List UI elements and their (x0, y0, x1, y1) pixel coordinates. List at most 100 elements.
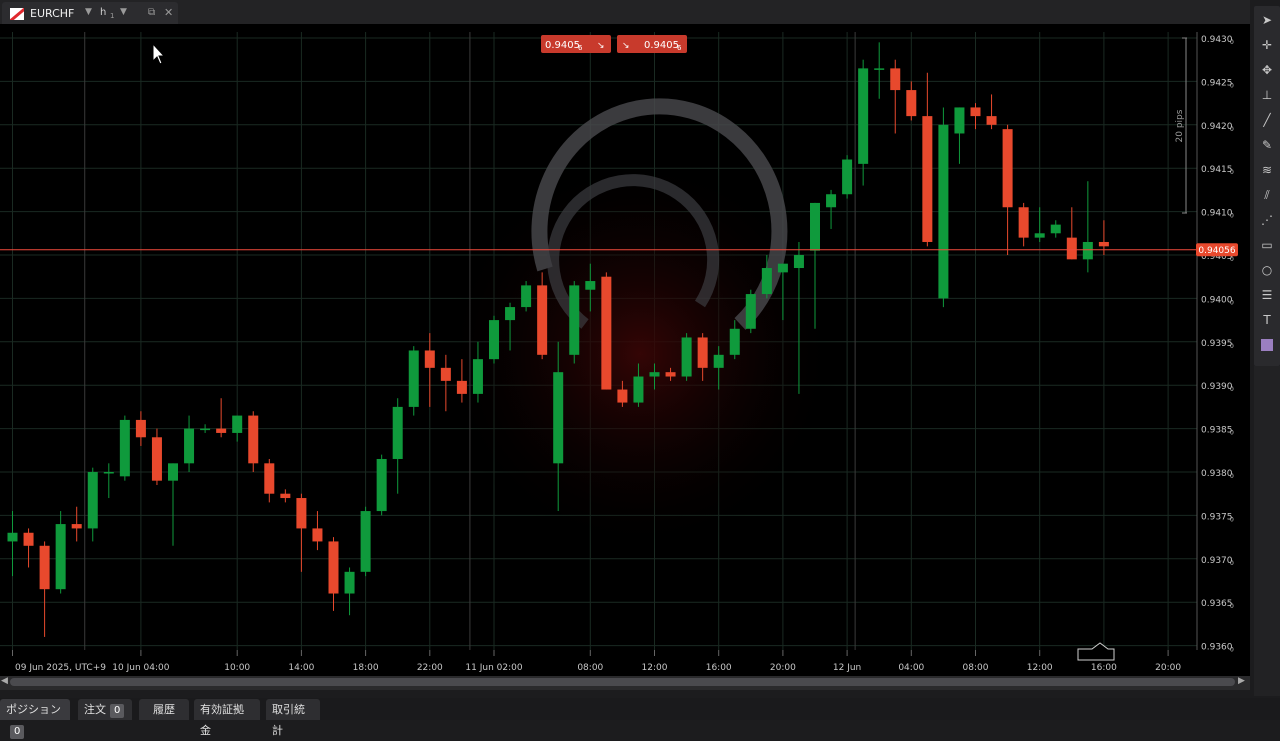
y-tick-label: 0.9420 (1201, 122, 1233, 132)
candle (745, 289, 756, 334)
buy-arrow-icon: ↘ (622, 41, 630, 51)
candle-body (7, 532, 18, 542)
candlestick-chart[interactable]: 0.943000.942500.942000.941500.941000.940… (0, 24, 1250, 676)
candle (360, 506, 371, 577)
candle-body (71, 524, 82, 529)
timeframe-dropdown-icon[interactable]: ▼ (120, 7, 127, 17)
price-axis[interactable]: 0.943000.942500.942000.941500.941000.940… (1201, 35, 1234, 654)
fibonacci-icon[interactable]: ≋ (1259, 162, 1275, 178)
candle (521, 281, 532, 312)
candle-body (440, 367, 451, 381)
chart-tab-eurchf[interactable]: EURCHF ▼ h 1 ▼ ⧉ ✕ (2, 2, 178, 24)
tab-positions[interactable]: ポジション 0 (0, 699, 70, 739)
candle-body (23, 532, 34, 546)
candle (826, 189, 837, 229)
candle-body (665, 372, 676, 377)
y-tick-label: 0.9415 (1201, 165, 1233, 175)
candle-body (232, 415, 243, 433)
candle-body (151, 437, 162, 481)
time-axis[interactable]: 09 Jun 2025, UTC+9 10 Jun 04:00 10:00 14:00… (12, 650, 1182, 673)
sell-price-button[interactable]: 0.9405 6 ↘ (541, 35, 611, 53)
range-pips-label: 20 pips (1175, 109, 1185, 142)
candle-body (617, 389, 628, 403)
buy-price-label: 0.9405 (644, 40, 679, 51)
detach-icon[interactable]: ⧉ (148, 7, 155, 18)
candle-body (1082, 241, 1093, 260)
trendline-icon[interactable]: ╱ (1259, 112, 1275, 128)
drawing-toolbar: ➤ ✛ ✥ ⊥ ╱ ✎ ≋ ⫽ ⋰ ▭ ○ ☰ T (1254, 6, 1280, 366)
candle (938, 107, 949, 308)
candle-body (39, 545, 50, 590)
symbol-dropdown-icon[interactable]: ▼ (85, 7, 92, 17)
y-tick-label: 0.9380 (1201, 469, 1233, 479)
candle-body (184, 428, 195, 464)
positions-count-badge: 0 (10, 725, 25, 739)
cursor-icon[interactable]: ➤ (1259, 12, 1275, 28)
candle-body (810, 202, 820, 251)
bottom-panel-tabs: ポジション 0 注文 0 履歴 有効証拠金 取引統計 (0, 698, 1280, 739)
candle-body (87, 472, 98, 529)
y-tick-sub: 0 (1230, 256, 1234, 263)
measure-icon[interactable]: ⊥ (1259, 87, 1275, 103)
channel-icon[interactable]: ⋰ (1259, 212, 1275, 228)
candle-body (585, 281, 596, 290)
candle-body (424, 350, 435, 368)
ellipse-icon[interactable]: ○ (1259, 262, 1275, 278)
tab-history[interactable]: 履歴 (139, 699, 189, 720)
x-tick-label: 16:00 (706, 663, 732, 673)
candle-body (1066, 237, 1077, 260)
candle (489, 315, 499, 364)
candle-body (408, 350, 419, 407)
rectangle-icon[interactable]: ▭ (1259, 237, 1275, 253)
candle-body (793, 255, 804, 269)
tab-equity-label: 有効証拠金 (200, 703, 244, 737)
scrollbar-thumb[interactable] (10, 678, 1235, 686)
candle-body (601, 276, 612, 390)
candle (986, 94, 997, 130)
candle-body (1018, 207, 1029, 238)
scroll-left-icon[interactable]: ◀ (1, 676, 8, 686)
candle-body (729, 328, 740, 355)
candle-body (472, 359, 483, 394)
candle-body (328, 541, 339, 594)
x-tick-label: 11 Jun 02:00 (465, 663, 522, 673)
timeframe-label[interactable]: h (100, 7, 106, 18)
close-icon[interactable]: ✕ (164, 6, 173, 19)
symbol-label: EURCHF (30, 7, 75, 20)
y-tick-label: 0.9395 (1201, 339, 1233, 349)
candle (328, 537, 339, 611)
tab-orders[interactable]: 注文 0 (78, 699, 132, 720)
candle-body (713, 354, 724, 368)
pitchfork-icon[interactable]: ⫽ (1259, 187, 1275, 203)
y-tick-sub: 0 (1230, 213, 1234, 220)
y-tick-label: 0.9430 (1201, 35, 1233, 45)
horizontal-scrollbar[interactable]: ◀ ▶ (0, 676, 1250, 690)
candle (232, 415, 243, 442)
move-icon[interactable]: ✥ (1259, 62, 1275, 78)
color-swatch-icon[interactable] (1261, 339, 1273, 351)
scroll-right-icon[interactable]: ▶ (1238, 676, 1245, 686)
sell-price-sub: 6 (578, 44, 583, 52)
tab-equity[interactable]: 有効証拠金 (194, 699, 260, 737)
chart-area[interactable]: 0.9430 0 0.9425 0 0.9420 0 0.9415 0 0.9410 0 0.940… (0, 24, 1250, 676)
candle-body (1050, 224, 1061, 234)
text-icon[interactable]: T (1259, 312, 1275, 328)
candle (135, 411, 146, 446)
buy-price-button[interactable]: ↘ 0.9405 6 (617, 35, 687, 53)
candle-body (777, 263, 788, 273)
range-measure: 20 pips (1175, 37, 1187, 214)
timeframe-sub-label: 1 (110, 12, 115, 20)
candle (922, 72, 933, 247)
candle-body (200, 428, 211, 431)
y-tick-sub: 0 (1230, 126, 1234, 133)
brush-icon[interactable]: ✎ (1259, 137, 1275, 153)
candle (184, 415, 195, 472)
candle-body (456, 380, 467, 394)
y-tick-label: 0.9425 (1201, 78, 1233, 88)
candle (312, 511, 323, 551)
tab-trade-stats[interactable]: 取引統計 (266, 699, 320, 737)
equidistant-icon[interactable]: ☰ (1259, 287, 1275, 303)
crosshair-icon[interactable]: ✛ (1259, 37, 1275, 53)
y-tick-label: 0.9360 (1201, 643, 1233, 653)
y-tick-label: 0.9390 (1201, 382, 1233, 392)
